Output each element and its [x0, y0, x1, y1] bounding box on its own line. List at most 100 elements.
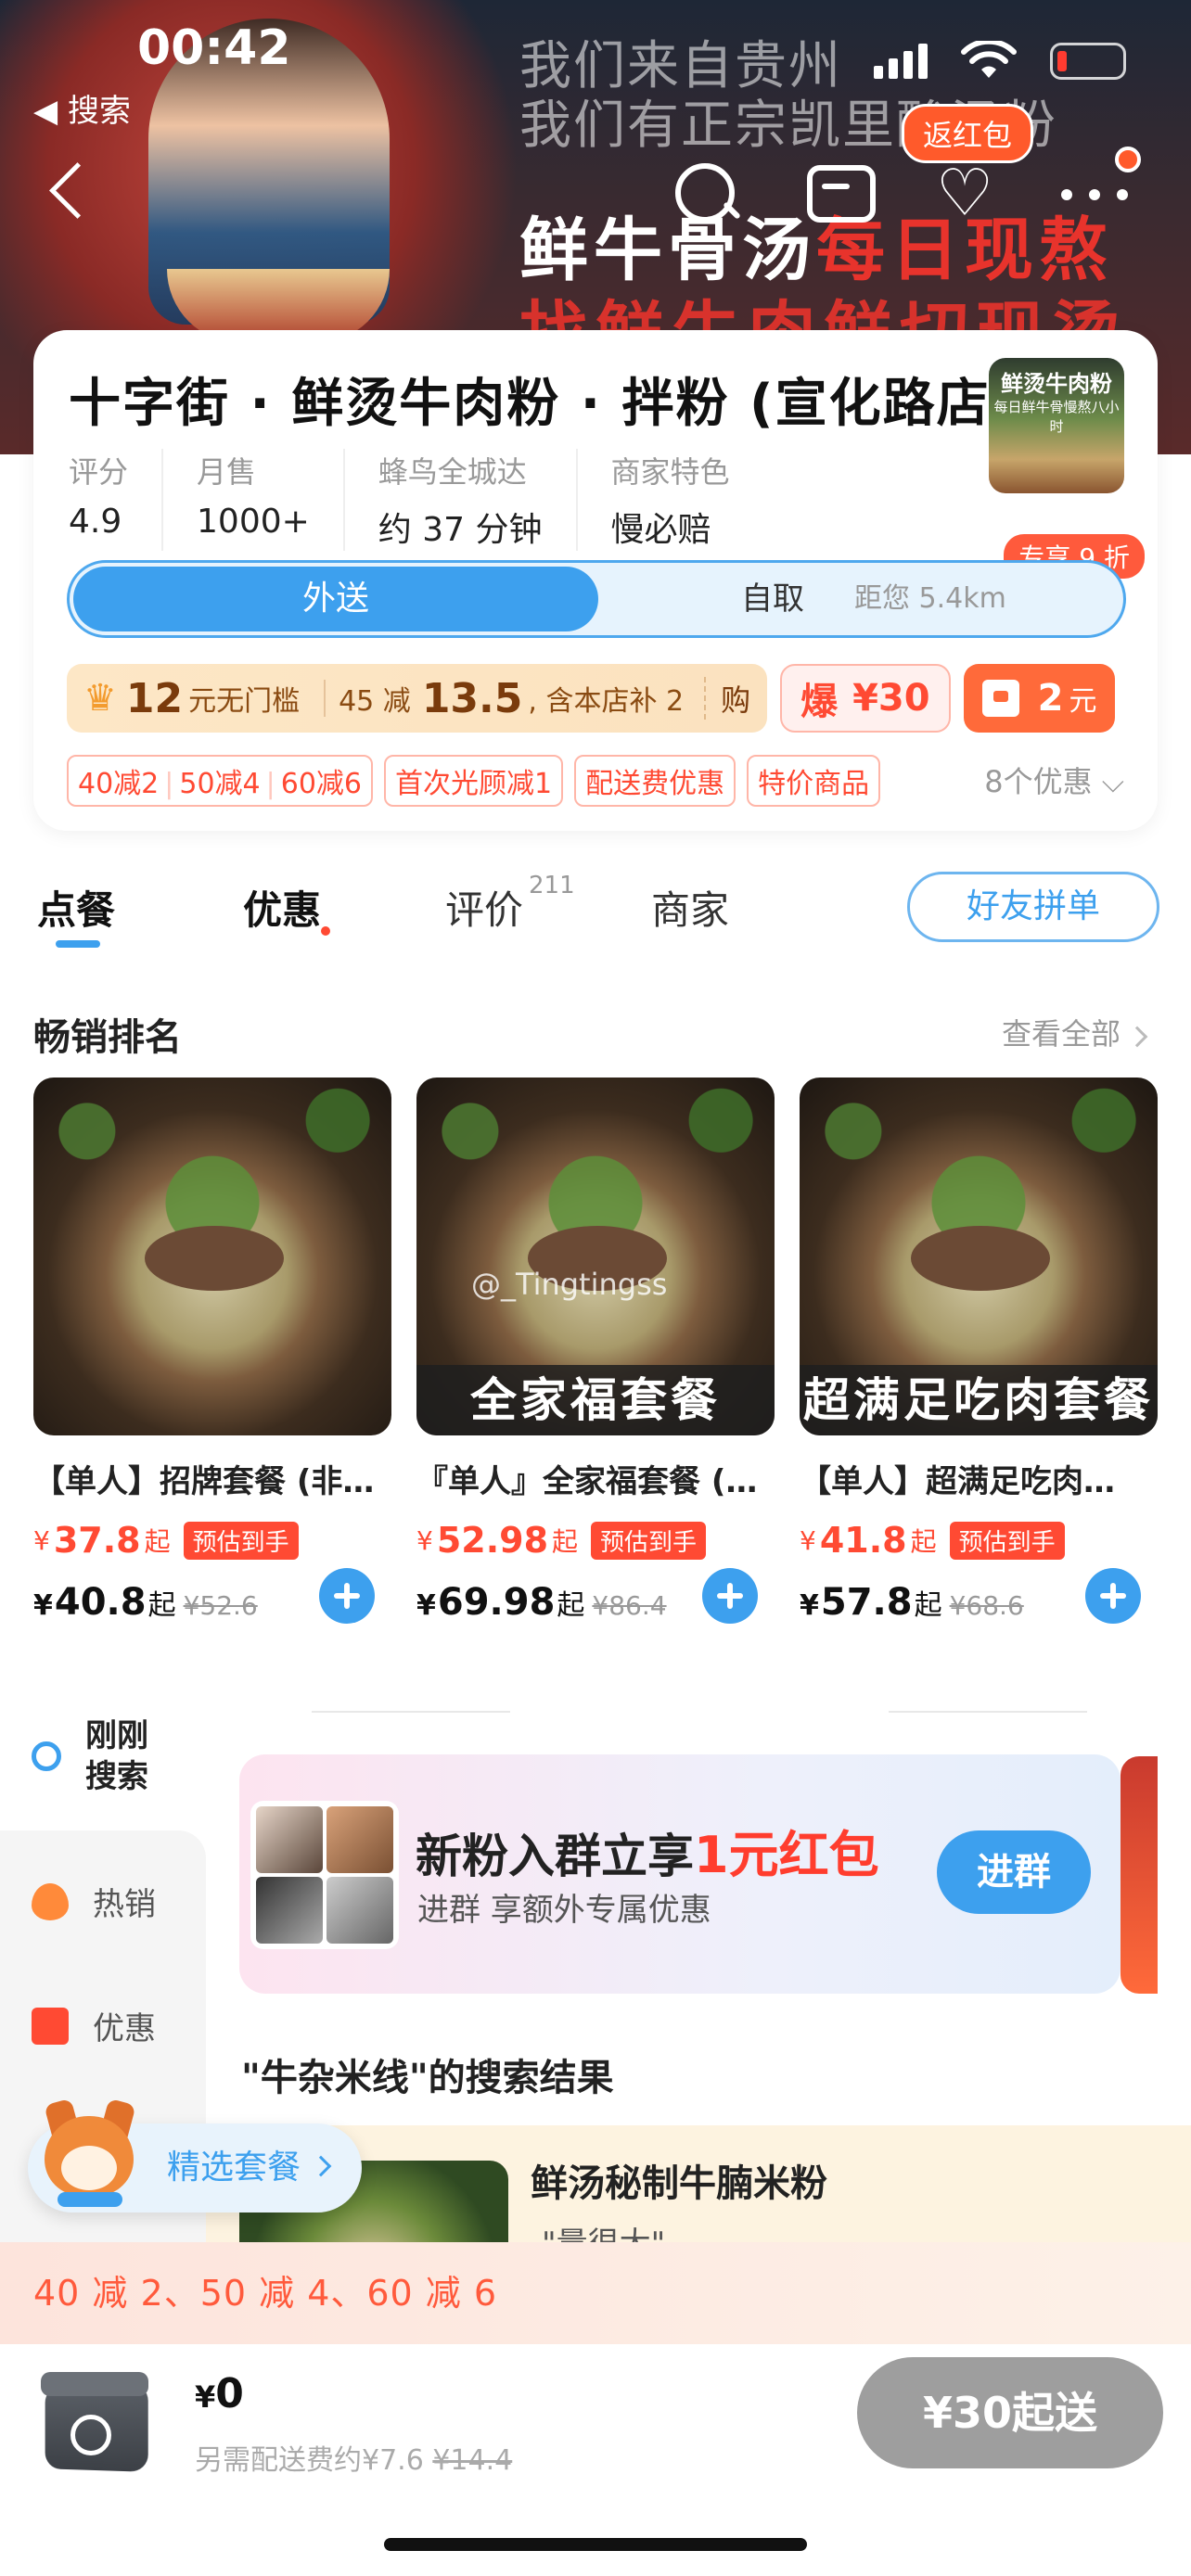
watermark-text: @_Tingtingss — [471, 1267, 668, 1302]
delivery-fee-note: 另需配送费约¥7.6 ¥14.4 — [195, 2437, 512, 2478]
currency-symbol: ¥ — [416, 1524, 433, 1556]
product-card[interactable]: 超满足吃肉套餐 【单人】超满足吃肉… ¥41.8 起 预估到手 ¥57.8 起 ¥68… — [800, 1078, 1158, 1624]
coupon-row: ♛ 12 元无门槛 45 减 13.5 , 含本店补 2 购 爆 ¥30 2元 — [67, 664, 1158, 733]
tab-active-indicator — [56, 940, 100, 948]
product-card[interactable]: 全家福套餐 『单人』全家福套餐 (… ¥52.98 起 预估到手 ¥69.98 起 ¥… — [416, 1078, 775, 1624]
tab-order[interactable]: 点餐 — [37, 879, 115, 936]
message-icon[interactable] — [800, 156, 876, 230]
cart-box-icon[interactable] — [37, 2363, 154, 2474]
stat-label: 蜂鸟全城达 — [378, 454, 527, 490]
product-image[interactable]: 超满足吃肉套餐 — [800, 1078, 1158, 1435]
cart-total-value: 0 — [215, 2370, 244, 2417]
fire-icon — [32, 1882, 69, 1920]
product-name: 【单人】招牌套餐 (非… — [33, 1463, 375, 1500]
mode-delivery-button[interactable]: 外送 — [73, 567, 598, 631]
tab-merchant[interactable]: 商家 — [651, 879, 729, 936]
favorite-heart-icon[interactable]: ♡ — [928, 156, 1002, 230]
sidebar-item-recent-search[interactable]: 刚刚搜索 — [32, 1715, 160, 1797]
back-to-app-link[interactable]: ◀ 搜索 — [33, 85, 131, 131]
membership-coupon[interactable]: ♛ 12 元无门槛 45 减 13.5 , 含本店补 2 购 — [67, 664, 768, 733]
product-image[interactable]: 全家福套餐 — [416, 1078, 775, 1435]
shop-name: 十字街 · 鲜烫牛肉粉 · 拌粉 (宣化路店) — [69, 374, 996, 434]
coupon-amount: 12 — [125, 674, 184, 722]
delivery-fee-text: 另需配送费约¥7.6 — [195, 2444, 424, 2477]
product-image-overlay-text: 超满足吃肉套餐 — [800, 1365, 1158, 1435]
join-group-subtitle: 进群 享额外专属优惠 — [417, 1892, 711, 1929]
sidebar-item-hot[interactable]: 热销 — [32, 1879, 156, 1924]
tier-discount-tag[interactable]: 40减2 | 50减4 | 60减6 — [67, 755, 374, 807]
tab-reviews-label: 评价 — [445, 887, 524, 933]
coupon-separator — [324, 680, 327, 717]
see-all-link[interactable]: 查看全部 — [1002, 1011, 1148, 1053]
currency-symbol: ¥ — [33, 1524, 50, 1556]
boom-value: ¥30 — [852, 677, 930, 720]
search-icon[interactable] — [668, 156, 742, 230]
redpacket-coupon[interactable]: 2元 — [963, 664, 1116, 733]
tab-deals-dot — [321, 926, 331, 936]
boom-label: 爆 — [800, 681, 839, 723]
stat-value: 4.9 — [69, 503, 122, 541]
tier-discount-2: 50减4 — [179, 768, 261, 800]
discount-hint-strip: 40 减 2、50 减 4、60 减 6 — [0, 2242, 1191, 2344]
shop-logo[interactable]: 鲜烫牛肉粉 每日鲜牛骨慢熬八小时 — [989, 358, 1124, 493]
promo-tags: 40减2 | 50减4 | 60减6 首次光顾减1 配送费优惠 特价商品 — [67, 755, 881, 807]
next-banner-peek[interactable] — [1121, 1756, 1158, 1994]
promo-tag-delivery[interactable]: 配送费优惠 — [574, 755, 736, 807]
review-count: 211 — [529, 872, 575, 899]
delivery-fee-original: ¥14.4 — [432, 2444, 513, 2477]
strike-price: ¥52.6 — [183, 1590, 258, 1621]
checkout-button[interactable]: ¥30起送 — [857, 2357, 1163, 2468]
redpacket-value: 2 — [1037, 677, 1064, 720]
stat-rating[interactable]: 评分 4.9 — [69, 449, 164, 551]
stat-value: 慢必赔 — [610, 511, 711, 549]
product-image[interactable] — [33, 1078, 391, 1435]
price-value: 37.8 — [53, 1520, 141, 1561]
join-group-button[interactable]: 进群 — [937, 1830, 1091, 1914]
stat-value: 约 37 分钟 — [378, 511, 543, 549]
product-card[interactable]: 【单人】招牌套餐 (非… ¥37.8 起 预估到手 ¥40.8 起 ¥52.6 — [33, 1078, 391, 1624]
tab-deals[interactable]: 优惠 — [243, 879, 331, 936]
shop-stats: 评分 4.9 月售 1000+ 蜂鸟全城达 约 37 分钟 商家特色 慢必赔 — [69, 449, 797, 551]
battery-icon — [1050, 43, 1126, 80]
currency-symbol: ¥ — [33, 1589, 53, 1622]
add-to-cart-button[interactable] — [1085, 1568, 1141, 1624]
join-group-banner[interactable]: 新粉入群立享1元红包 进群 享额外专属优惠 进群 — [239, 1754, 1121, 1994]
product-est-price: ¥52.98 起 预估到手 — [416, 1520, 775, 1561]
tab-deals-label: 优惠 — [243, 887, 322, 933]
product-est-price: ¥41.8 起 预估到手 — [800, 1520, 1158, 1561]
shop-tabs: 点餐 优惠 评价211 商家 好友拼单 — [0, 872, 1191, 974]
sidebar-item-label: 刚刚搜索 — [85, 1717, 148, 1795]
result-name: 鲜汤秘制牛腩米粉 — [531, 2162, 827, 2205]
product-image-overlay-text: 全家福套餐 — [416, 1365, 775, 1435]
currency-symbol: ¥ — [416, 1589, 436, 1622]
mode-pickup-button[interactable]: 自取 — [741, 563, 804, 635]
redpacket-icon — [981, 680, 1019, 717]
back-arrow-icon[interactable] — [45, 158, 91, 223]
stat-monthly-sales: 月售 1000+ — [197, 449, 345, 551]
coupon-buy-button[interactable]: 购 — [704, 677, 750, 720]
more-promos-link[interactable]: 8个优惠 ⌵ — [984, 759, 1124, 801]
promo-tag-first-visit[interactable]: 首次光顾减1 — [384, 755, 564, 807]
add-to-cart-button[interactable] — [702, 1568, 758, 1624]
sidebar-item-label: 热销 — [93, 1886, 156, 1923]
stat-label: 商家特色 — [610, 454, 730, 490]
sidebar-item-deals[interactable]: 优惠 — [32, 2003, 156, 2048]
boom-coupon[interactable]: 爆 ¥30 — [780, 664, 951, 733]
strike-price: ¥68.6 — [949, 1590, 1024, 1621]
group-order-button[interactable]: 好友拼单 — [907, 872, 1159, 942]
tab-reviews[interactable]: 评价211 — [445, 872, 575, 936]
signal-icon — [874, 44, 928, 79]
join-title-text: 新粉入群立享 — [416, 1830, 694, 1883]
price-value: 52.98 — [436, 1520, 549, 1561]
stat-merchant-feature[interactable]: 商家特色 慢必赔 — [611, 449, 763, 551]
price-value: 57.8 — [820, 1581, 913, 1624]
price-value: 69.98 — [437, 1581, 556, 1624]
product-image-meat — [911, 1226, 1050, 1291]
add-to-cart-button[interactable] — [319, 1568, 375, 1624]
sidebar-item-label: 优惠 — [93, 2010, 156, 2047]
price-value: 41.8 — [819, 1520, 907, 1561]
return-redpacket-badge[interactable]: 返红包 — [902, 104, 1034, 163]
stat-delivery-time[interactable]: 蜂鸟全城达 约 37 分钟 — [378, 449, 578, 551]
est-badge: 预估到手 — [949, 1521, 1065, 1560]
promo-tag-special[interactable]: 特价商品 — [747, 755, 881, 807]
